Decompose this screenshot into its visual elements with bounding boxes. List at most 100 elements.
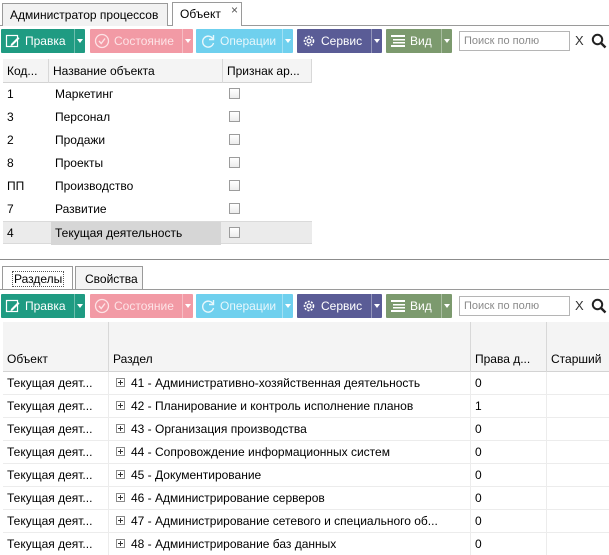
- column-header-name[interactable]: Название объекта: [49, 59, 223, 83]
- cell-rights: 0: [471, 418, 547, 441]
- view-button-label: Вид: [410, 299, 432, 313]
- table-row[interactable]: Текущая деят... 48 - Администрирование б…: [3, 533, 609, 555]
- expand-plus-icon[interactable]: [116, 470, 125, 479]
- column-header-object[interactable]: Объект: [3, 322, 109, 372]
- column-header-section[interactable]: Раздел: [109, 322, 471, 372]
- cell-object: Текущая деят...: [3, 487, 109, 510]
- table-row[interactable]: Текущая деят... 46 - Администрирование с…: [3, 487, 609, 510]
- tab-properties[interactable]: Свойства: [75, 266, 143, 290]
- chevron-down-icon[interactable]: [74, 294, 85, 318]
- cell-object: Текущая деят...: [3, 395, 109, 418]
- cell-section: 43 - Организация производства: [109, 418, 471, 441]
- expand-plus-icon[interactable]: [116, 378, 125, 387]
- table-row[interactable]: Текущая деят... 42 - Планирование и конт…: [3, 395, 609, 418]
- cell-senior: [547, 533, 609, 555]
- table-row[interactable]: Текущая деят... 43 - Организация произво…: [3, 418, 609, 441]
- table-row[interactable]: Текущая деят... 44 - Сопровождение инфор…: [3, 441, 609, 464]
- table-row[interactable]: Текущая деят... 45 - Документирование 0: [3, 464, 609, 487]
- archive-checkbox[interactable]: [229, 157, 240, 168]
- service-button[interactable]: Сервис: [297, 29, 382, 53]
- chevron-down-icon[interactable]: [282, 29, 293, 53]
- tab-process-admin[interactable]: Администратор процессов: [2, 3, 168, 26]
- table-row[interactable]: 8 Проекты: [3, 152, 312, 175]
- archive-checkbox[interactable]: [229, 203, 240, 214]
- cell-name: Проекты: [55, 156, 104, 170]
- expand-plus-icon[interactable]: [116, 401, 125, 410]
- top-tab-strip: Администратор процессов Объект ×: [0, 0, 609, 26]
- chevron-down-icon[interactable]: [282, 294, 293, 318]
- clear-search-icon[interactable]: X: [575, 34, 584, 48]
- chevron-down-icon[interactable]: [74, 29, 85, 53]
- search-input[interactable]: [459, 296, 570, 316]
- section-label: 46 - Администрирование серверов: [131, 491, 325, 505]
- expand-plus-icon[interactable]: [116, 447, 125, 456]
- expand-plus-icon[interactable]: [116, 424, 125, 433]
- expand-plus-icon[interactable]: [116, 493, 125, 502]
- cell-code: 8: [7, 156, 14, 170]
- chevron-down-icon[interactable]: [441, 29, 452, 53]
- edit-button-label: Правка: [25, 34, 66, 48]
- archive-checkbox[interactable]: [229, 180, 240, 191]
- cell-senior: [547, 441, 609, 464]
- operations-button[interactable]: Операции: [196, 29, 293, 53]
- section-label: 43 - Организация производства: [131, 422, 307, 436]
- expand-plus-icon[interactable]: [116, 539, 125, 548]
- refresh-icon: [202, 35, 215, 48]
- tab-label: Разделы: [12, 271, 65, 287]
- chevron-down-icon[interactable]: [371, 294, 382, 318]
- cell-name: Персонал: [55, 110, 111, 124]
- edit-button[interactable]: Правка: [1, 29, 85, 53]
- table-row[interactable]: 3 Персонал: [3, 106, 312, 129]
- tab-object[interactable]: Объект ×: [172, 2, 242, 26]
- search-icon[interactable]: [591, 298, 607, 314]
- section-label: 44 - Сопровождение информационных систем: [131, 445, 390, 459]
- archive-checkbox[interactable]: [229, 227, 240, 238]
- chevron-down-icon[interactable]: [371, 29, 382, 53]
- sections-grid-header: Объект Раздел Права д... Старший: [3, 322, 609, 372]
- cell-code: 1: [7, 87, 14, 101]
- state-button-label: Состояние: [114, 34, 174, 48]
- service-button[interactable]: Сервис: [297, 294, 382, 318]
- archive-checkbox[interactable]: [229, 134, 240, 145]
- view-button[interactable]: Вид: [386, 294, 452, 318]
- search-icon[interactable]: [591, 33, 607, 49]
- table-row-selected[interactable]: 4 Текущая деятельность: [3, 221, 312, 245]
- cell-section: 47 - Администрирование сетевого и специа…: [109, 510, 471, 533]
- close-icon[interactable]: ×: [231, 3, 238, 17]
- state-button[interactable]: Состояние: [90, 294, 193, 318]
- cell-code: 2: [7, 133, 14, 147]
- edit-button[interactable]: Правка: [1, 294, 85, 318]
- column-header-rights[interactable]: Права д...: [471, 322, 547, 372]
- table-row[interactable]: 2 Продажи: [3, 129, 312, 152]
- cell-code: ПП: [7, 179, 25, 193]
- tab-sections[interactable]: Разделы: [2, 266, 73, 290]
- cell-rights: 0: [471, 533, 547, 555]
- column-header-archive[interactable]: Признак ар...: [223, 59, 312, 83]
- cell-name: Продажи: [55, 133, 106, 147]
- table-row[interactable]: ПП Производство: [3, 175, 312, 198]
- search-input[interactable]: [459, 31, 570, 51]
- archive-checkbox[interactable]: [229, 111, 240, 122]
- table-row[interactable]: Текущая деят... 41 - Административно-хоз…: [3, 372, 609, 395]
- chevron-down-icon[interactable]: [441, 294, 452, 318]
- column-header-senior[interactable]: Старший: [547, 322, 609, 372]
- panel-splitter[interactable]: [0, 259, 609, 260]
- service-button-label: Сервис: [321, 34, 363, 48]
- clear-search-icon[interactable]: X: [575, 299, 584, 313]
- column-header-code[interactable]: Код...: [3, 59, 49, 83]
- view-button[interactable]: Вид: [386, 29, 452, 53]
- table-row[interactable]: 7 Развитие: [3, 198, 312, 221]
- chevron-down-icon[interactable]: [182, 294, 193, 318]
- cell-senior: [547, 372, 609, 395]
- table-row[interactable]: Текущая деят... 47 - Администрирование с…: [3, 510, 609, 533]
- expand-plus-icon[interactable]: [116, 516, 125, 525]
- section-label: 42 - Планирование и контроль исполнение …: [131, 399, 414, 413]
- tab-underline: [0, 289, 609, 290]
- chevron-down-icon[interactable]: [182, 29, 193, 53]
- operations-button[interactable]: Операции: [196, 294, 293, 318]
- cell-object: Текущая деят...: [3, 510, 109, 533]
- cell-section: 45 - Документирование: [109, 464, 471, 487]
- archive-checkbox[interactable]: [229, 88, 240, 99]
- table-row[interactable]: 1 Маркетинг: [3, 83, 312, 106]
- state-button[interactable]: Состояние: [90, 29, 193, 53]
